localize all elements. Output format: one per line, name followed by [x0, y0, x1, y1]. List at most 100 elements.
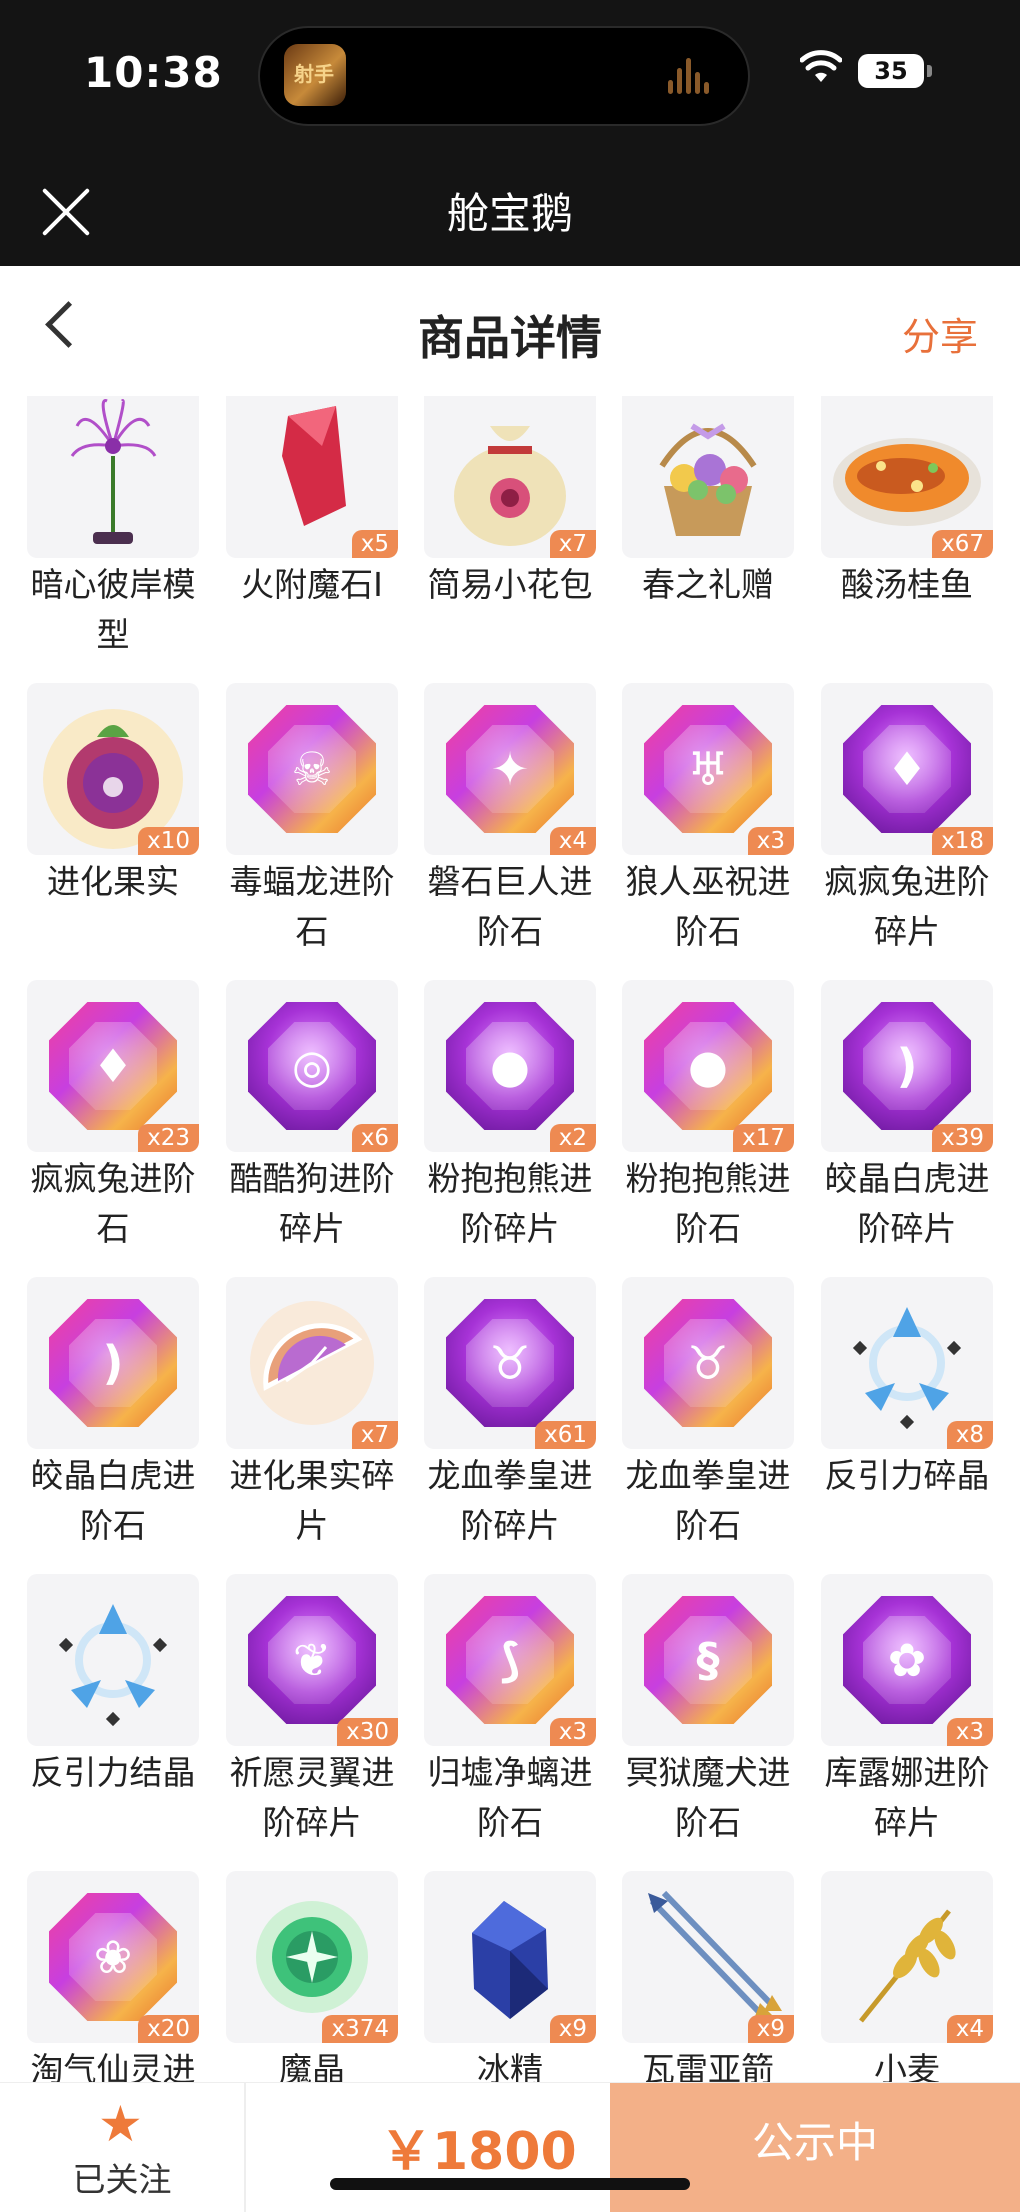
- item-card[interactable]: x7 简易小花包: [424, 396, 596, 610]
- item-thumbnail: ♉ x61: [424, 1277, 596, 1449]
- item-card[interactable]: x4 小麦: [821, 1871, 993, 2082]
- quantity-badge: x2: [549, 1124, 596, 1152]
- item-card[interactable]: x67 酸汤桂鱼: [821, 396, 993, 610]
- item-name: 冰精: [477, 2050, 543, 2082]
- quantity-badge: x20: [138, 2015, 199, 2043]
- item-card[interactable]: ✦ x4 磐石巨人进阶石: [424, 683, 596, 957]
- item-name: 皎晶白虎进阶碎片: [824, 1159, 990, 1248]
- item-card[interactable]: ● x2 粉抱抱熊进阶碎片: [424, 980, 596, 1254]
- item-thumbnail: ❀ x20: [27, 1871, 199, 2043]
- quantity-badge: x374: [322, 2015, 398, 2043]
- item-thumbnail: [27, 1574, 199, 1746]
- item-thumbnail: x5: [226, 396, 398, 558]
- item-name: 库露娜进阶碎片: [824, 1753, 990, 1842]
- item-card[interactable]: x5 火附魔石I: [226, 396, 398, 610]
- carrot-gem-icon: ♦: [843, 705, 971, 833]
- item-thumbnail: ) x39: [821, 980, 993, 1152]
- item-card[interactable]: ✿ x3 库露娜进阶碎片: [821, 1574, 993, 1848]
- price: ￥1800: [380, 2122, 577, 2182]
- item-thumbnail: [622, 396, 794, 558]
- item-name: 简易小花包: [427, 565, 593, 604]
- item-thumbnail: ❦ x30: [226, 1574, 398, 1746]
- item-card[interactable]: ♉ 龙血拳皇进阶石: [622, 1277, 794, 1551]
- werewolf-gem-icon: ♅: [644, 705, 772, 833]
- item-card[interactable]: ❦ x30 祈愿灵翼进阶碎片: [226, 1574, 398, 1848]
- item-thumbnail: x10: [27, 683, 199, 855]
- quantity-badge: x4: [549, 827, 596, 855]
- item-thumbnail: x67: [821, 396, 993, 558]
- item-thumbnail: x374: [226, 1871, 398, 2043]
- star-icon: ★: [98, 2095, 143, 2153]
- quantity-badge: x67: [932, 530, 993, 558]
- quantity-badge: x6: [351, 1124, 398, 1152]
- item-card[interactable]: ♦ x23 疯疯兔进阶石: [27, 980, 199, 1254]
- item-card[interactable]: ♦ x18 疯疯兔进阶碎片: [821, 683, 993, 957]
- item-thumbnail: x4: [821, 1871, 993, 2043]
- item-card[interactable]: ● x17 粉抱抱熊进阶石: [622, 980, 794, 1254]
- quantity-badge: x17: [733, 1124, 794, 1152]
- item-card[interactable]: x9 冰精: [424, 1871, 596, 2082]
- quantity-badge: x61: [535, 1421, 596, 1449]
- item-name: 春之礼赠: [642, 565, 774, 604]
- dynamic-island[interactable]: 射手: [258, 26, 750, 126]
- item-name: 疯疯兔进阶石: [30, 1159, 196, 1248]
- item-name: 疯疯兔进阶碎片: [824, 862, 990, 951]
- bull-gem-icon: ♉: [644, 1299, 772, 1427]
- item-name: 进化果实碎片: [229, 1456, 395, 1545]
- item-name: 瓦雷亚箭: [642, 2050, 774, 2082]
- quantity-badge: x8: [946, 1421, 993, 1449]
- app-title-bar: 舱宝鹅: [0, 150, 1020, 266]
- item-name: 进化果实: [47, 862, 179, 901]
- item-card[interactable]: ♉ x61 龙血拳皇进阶碎片: [424, 1277, 596, 1551]
- item-thumbnail: ⟆ x3: [424, 1574, 596, 1746]
- item-card[interactable]: ⟆ x3 归墟净螭进阶石: [424, 1574, 596, 1848]
- quantity-badge: x3: [946, 1718, 993, 1746]
- quantity-badge: x39: [932, 1124, 993, 1152]
- item-thumbnail: x8: [821, 1277, 993, 1449]
- item-card[interactable]: ) x39 皎晶白虎进阶碎片: [821, 980, 993, 1254]
- rock-giant-gem-icon: ✦: [446, 705, 574, 833]
- home-indicator[interactable]: [330, 2178, 690, 2190]
- item-thumbnail: ● x17: [622, 980, 794, 1152]
- item-thumbnail: ♅ x3: [622, 683, 794, 855]
- item-card[interactable]: 春之礼赠: [622, 396, 794, 610]
- item-name: 冥狱魔犬进阶石: [625, 1753, 791, 1842]
- cocoon-gem-icon: ●: [644, 1002, 772, 1130]
- item-card[interactable]: x10 进化果实: [27, 683, 199, 907]
- quantity-badge: x3: [747, 827, 794, 855]
- item-card[interactable]: x7 进化果实碎片: [226, 1277, 398, 1551]
- item-card[interactable]: 暗心彼岸模型: [27, 396, 199, 660]
- quantity-badge: x23: [138, 1124, 199, 1152]
- item-thumbnail: §: [622, 1574, 794, 1746]
- item-name: 淘气仙灵进: [30, 2050, 196, 2082]
- item-card[interactable]: ◎ x6 酷酷狗进阶碎片: [226, 980, 398, 1254]
- clock: 10:38: [84, 48, 223, 97]
- follow-button[interactable]: ★ 已关注: [0, 2083, 246, 2212]
- quantity-badge: x5: [351, 530, 398, 558]
- item-thumbnail: x9: [622, 1871, 794, 2043]
- item-card[interactable]: ♅ x3 狼人巫祝进阶石: [622, 683, 794, 957]
- item-card[interactable]: ❀ x20 淘气仙灵进: [27, 1871, 199, 2082]
- item-name: 反引力碎晶: [824, 1456, 990, 1495]
- item-thumbnail: ☠: [226, 683, 398, 855]
- dragon-scale-gem-icon: ⟆: [446, 1596, 574, 1724]
- item-name: 磐石巨人进阶石: [427, 862, 593, 951]
- item-name: 粉抱抱熊进阶石: [625, 1159, 791, 1248]
- page-title: 商品详情: [418, 311, 602, 365]
- item-name: 毒蝠龙进阶石: [229, 862, 395, 951]
- item-card[interactable]: § 冥狱魔犬进阶石: [622, 1574, 794, 1848]
- item-card[interactable]: ☠ 毒蝠龙进阶石: [226, 683, 398, 957]
- quantity-badge: x10: [138, 827, 199, 855]
- item-card[interactable]: x9 瓦雷亚箭: [622, 1871, 794, 2082]
- share-button[interactable]: 分享: [902, 306, 978, 361]
- item-name: 皎晶白虎进阶石: [30, 1456, 196, 1545]
- item-card[interactable]: x8 反引力碎晶: [821, 1277, 993, 1501]
- item-thumbnail: ● x2: [424, 980, 596, 1152]
- status-button[interactable]: 公示中: [610, 2083, 1020, 2212]
- item-card[interactable]: 反引力结晶: [27, 1574, 199, 1798]
- item-card[interactable]: ) 皎晶白虎进阶石: [27, 1277, 199, 1551]
- octopus-gem-icon: ✿: [843, 1596, 971, 1724]
- item-thumbnail: x9: [424, 1871, 596, 2043]
- app-title: 舱宝鹅: [446, 189, 573, 238]
- item-card[interactable]: x374 魔晶: [226, 1871, 398, 2082]
